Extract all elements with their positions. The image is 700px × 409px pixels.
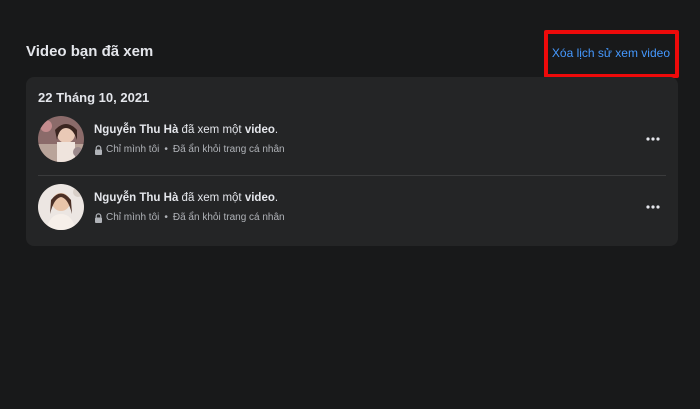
entry-object[interactable]: video (245, 124, 275, 136)
date-heading: 22 Tháng 10, 2021 (38, 90, 150, 105)
entry-status: Đã ẩn khỏi trang cá nhân (172, 212, 285, 223)
history-entry[interactable]: Nguyễn Thu Hà đã xem một video. Chỉ mình… (26, 112, 678, 172)
entry-suffix: . (274, 192, 279, 204)
entry-text: Nguyễn Thu Hà đã xem một video. (94, 124, 278, 136)
entry-action: đã xem một (181, 192, 242, 204)
page-title: Video bạn đã xem (26, 43, 154, 60)
entry-privacy[interactable]: Chỉ mình tôi (106, 144, 159, 155)
more-horizontal-icon (646, 205, 660, 209)
entry-status: Đã ẩn khỏi trang cá nhân (172, 144, 285, 155)
entry-suffix: . (274, 124, 279, 136)
divider (38, 175, 666, 176)
entry-object[interactable]: video (245, 192, 275, 204)
meta-separator: • (164, 212, 168, 223)
entry-meta: Chỉ mình tôi • Đã ẩn khỏi trang cá nhân (94, 212, 285, 223)
more-options-button[interactable] (642, 198, 664, 216)
entry-privacy[interactable]: Chỉ mình tôi (106, 212, 159, 223)
more-horizontal-icon (646, 137, 660, 141)
entry-action: đã xem một (181, 124, 242, 136)
history-card: 22 Tháng 10, 2021 Nguyễn Thu Hà đã xem m… (26, 77, 678, 246)
avatar[interactable] (38, 184, 84, 230)
history-entry[interactable]: Nguyễn Thu Hà đã xem một video. Chỉ mình… (26, 180, 678, 240)
entry-user-name[interactable]: Nguyễn Thu Hà (94, 192, 178, 204)
annotation-highlight-box (544, 30, 679, 78)
entry-text: Nguyễn Thu Hà đã xem một video. (94, 192, 278, 204)
more-options-button[interactable] (642, 130, 664, 148)
lock-icon (95, 144, 102, 155)
entry-meta: Chỉ mình tôi • Đã ẩn khỏi trang cá nhân (94, 144, 285, 155)
entry-user-name[interactable]: Nguyễn Thu Hà (94, 124, 178, 136)
lock-icon (95, 212, 102, 223)
avatar[interactable] (38, 116, 84, 162)
meta-separator: • (164, 144, 168, 155)
